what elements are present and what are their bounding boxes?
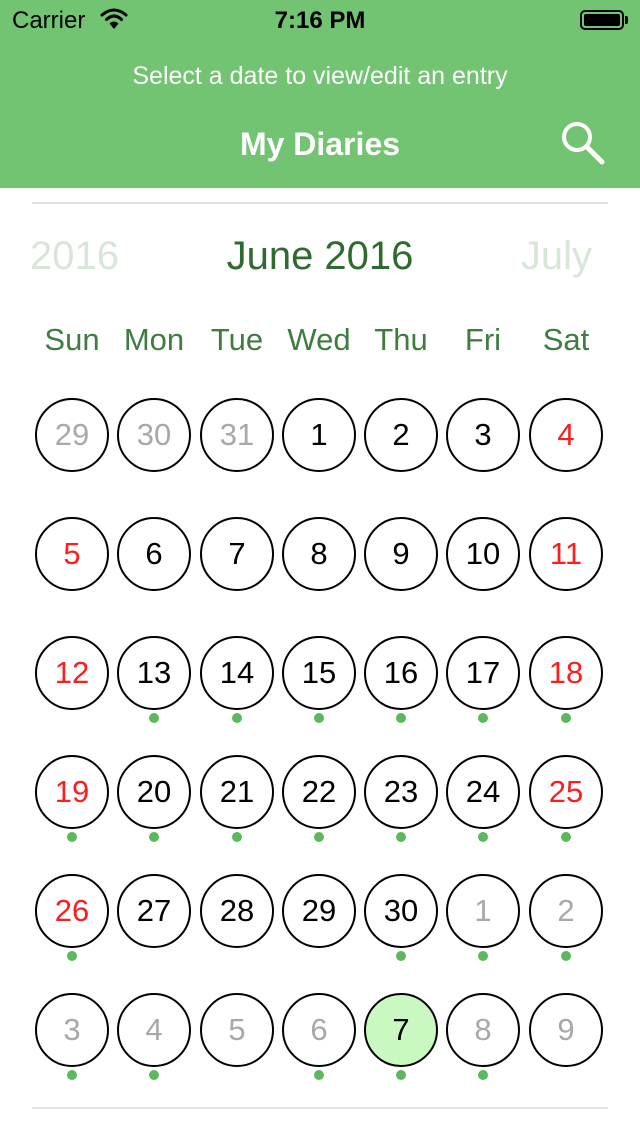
calendar-day[interactable]: 25 xyxy=(529,755,603,829)
entry-indicator-dot xyxy=(396,1070,406,1080)
calendar-day[interactable]: 1 xyxy=(446,874,520,948)
entry-indicator-dot xyxy=(396,951,406,961)
calendar-day[interactable]: 2 xyxy=(364,398,438,472)
entry-indicator-dot xyxy=(478,713,488,723)
calendar-day[interactable]: 7 xyxy=(200,517,274,591)
entry-indicator-dot xyxy=(396,832,406,842)
bottom-divider xyxy=(32,1107,608,1109)
calendar-day[interactable]: 24 xyxy=(446,755,520,829)
entry-indicator-dot xyxy=(314,832,324,842)
calendar-day[interactable]: 29 xyxy=(282,874,356,948)
entry-indicator-dot xyxy=(232,713,242,723)
calendar-day[interactable]: 5 xyxy=(200,993,274,1067)
calendar-day[interactable]: 27 xyxy=(117,874,191,948)
calendar-day[interactable]: 19 xyxy=(35,755,109,829)
entry-indicator-dot xyxy=(478,1070,488,1080)
calendar-day[interactable]: 6 xyxy=(117,517,191,591)
entry-indicator-dot xyxy=(478,832,488,842)
entry-indicator-dot xyxy=(67,832,77,842)
entry-indicator-dot xyxy=(232,832,242,842)
calendar-day[interactable]: 23 xyxy=(364,755,438,829)
calendar-day[interactable]: 1 xyxy=(282,398,356,472)
calendar-day[interactable]: 3 xyxy=(446,398,520,472)
entry-indicator-dot xyxy=(67,951,77,961)
calendar-day[interactable]: 16 xyxy=(364,636,438,710)
calendar-day[interactable]: 5 xyxy=(35,517,109,591)
calendar-day[interactable]: 21 xyxy=(200,755,274,829)
calendar-day[interactable]: 9 xyxy=(529,993,603,1067)
calendar-day[interactable]: 13 xyxy=(117,636,191,710)
entry-indicator-dot xyxy=(396,713,406,723)
calendar-day[interactable]: 15 xyxy=(282,636,356,710)
calendar-day[interactable]: 20 xyxy=(117,755,191,829)
entry-indicator-dot xyxy=(561,951,571,961)
calendar-day[interactable]: 26 xyxy=(35,874,109,948)
calendar-day[interactable]: 8 xyxy=(282,517,356,591)
calendar-day[interactable]: 22 xyxy=(282,755,356,829)
calendar-day[interactable]: 9 xyxy=(364,517,438,591)
calendar-day[interactable]: 12 xyxy=(35,636,109,710)
calendar-day[interactable]: 3 xyxy=(35,993,109,1067)
entry-indicator-dot xyxy=(149,713,159,723)
calendar-day-selected[interactable]: 7 xyxy=(364,993,438,1067)
calendar-day[interactable]: 6 xyxy=(282,993,356,1067)
calendar-day[interactable]: 28 xyxy=(200,874,274,948)
entry-indicator-dot xyxy=(314,1070,324,1080)
calendar-day[interactable]: 4 xyxy=(117,993,191,1067)
entry-indicator-dot xyxy=(149,832,159,842)
calendar-grid: 29 30 31 1 2 3 4 5 6 7 8 9 10 11 12 13 14 15 16 17 18 19 20 21 2… xyxy=(0,0,640,1136)
calendar-day[interactable]: 4 xyxy=(529,398,603,472)
calendar-day[interactable]: 14 xyxy=(200,636,274,710)
calendar-day[interactable]: 17 xyxy=(446,636,520,710)
entry-indicator-dot xyxy=(314,713,324,723)
calendar-day[interactable]: 10 xyxy=(446,517,520,591)
calendar-day[interactable]: 29 xyxy=(35,398,109,472)
entry-indicator-dot xyxy=(478,951,488,961)
calendar-day[interactable]: 8 xyxy=(446,993,520,1067)
entry-indicator-dot xyxy=(149,1070,159,1080)
entry-indicator-dot xyxy=(67,1070,77,1080)
calendar-day[interactable]: 2 xyxy=(529,874,603,948)
entry-indicator-dot xyxy=(561,713,571,723)
entry-indicator-dot xyxy=(561,832,571,842)
calendar-day[interactable]: 11 xyxy=(529,517,603,591)
calendar-day[interactable]: 18 xyxy=(529,636,603,710)
calendar-day[interactable]: 30 xyxy=(364,874,438,948)
calendar-day[interactable]: 30 xyxy=(117,398,191,472)
calendar-day[interactable]: 31 xyxy=(200,398,274,472)
